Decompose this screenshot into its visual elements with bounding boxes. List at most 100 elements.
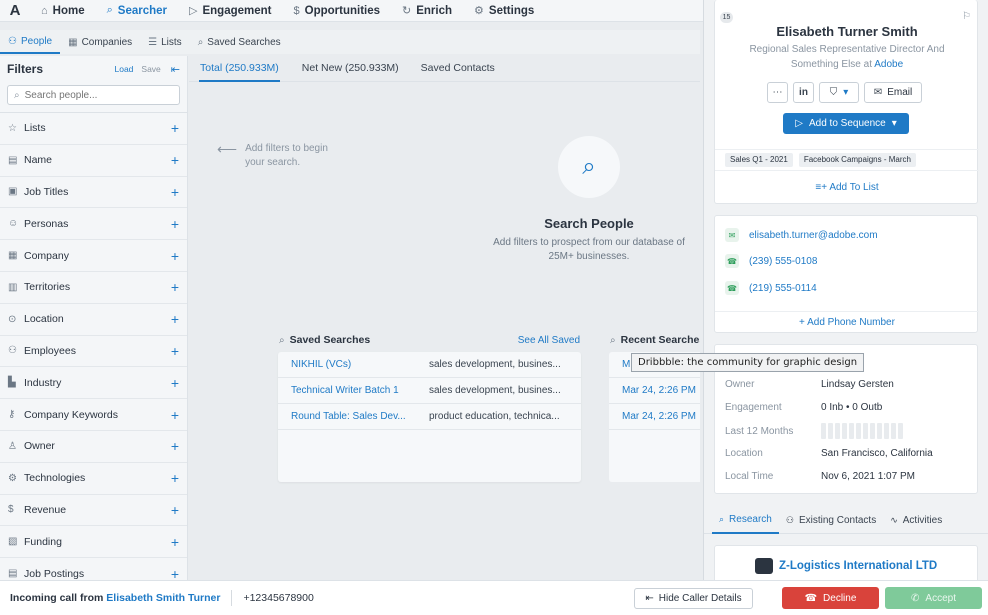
add-filter-icon[interactable]: + [171,375,179,391]
filter-industry[interactable]: ▙ Industry + [0,367,187,400]
contact-phone[interactable]: (219) 555-0114 [749,283,817,294]
recent-search-row[interactable]: Mar 24, 2:26 PM [609,378,700,404]
filter-owner[interactable]: ♙ Owner + [0,431,187,463]
filter-label: Territories [24,281,71,294]
flag-icon[interactable]: ⚐ [962,11,971,22]
phone-icon: ☎ [725,281,739,295]
filter-revenue[interactable]: $ Revenue + [0,495,187,527]
detail-row-owner: Owner Lindsay Gersten [725,379,894,390]
filter-company-keywords[interactable]: ⚷ Company Keywords + [0,399,187,431]
save-filters-link[interactable]: Save [141,64,160,74]
score-badge: 15 [720,12,733,23]
list-tag[interactable]: Facebook Campaigns - March [798,153,916,167]
nav-enrich[interactable]: ↻ Enrich [391,0,463,22]
filter-location[interactable]: ⊙ Location + [0,304,187,336]
app-logo[interactable]: A [0,2,30,19]
add-filter-icon[interactable]: + [171,502,179,518]
filter-lists[interactable]: ☆ Lists + [0,113,187,145]
hide-caller-details-button[interactable]: ⇤ Hide Caller Details [634,588,753,609]
tab-activities[interactable]: ∿ Activities [883,508,949,534]
contact-phone[interactable]: (239) 555-0108 [749,256,817,267]
map-icon: ▥ [8,281,18,293]
detail-value: Lindsay Gersten [821,379,894,390]
add-to-sequence-button[interactable]: ▷ Add to Sequence ▾ [783,113,909,134]
filter-personas[interactable]: ☺ Personas + [0,208,187,241]
add-filter-icon[interactable]: + [171,311,179,327]
load-filters-link[interactable]: Load [114,64,133,74]
saved-search-name[interactable]: Technical Writer Batch 1 [291,385,429,396]
filter-company[interactable]: ▦ Company + [0,240,187,272]
nav-home[interactable]: ⌂ Home [30,0,96,22]
add-filter-icon[interactable]: + [171,566,179,580]
people-search-box[interactable]: ⌕ [7,85,180,105]
add-filter-icon[interactable]: + [171,534,179,550]
sub-navigation: ⚇ People ▦ Companies ☰ Lists ⌕ Saved Searche… [0,30,700,54]
filter-name[interactable]: ▤ Name + [0,145,187,177]
email-row[interactable]: ✉ elisabeth.turner@adobe.com [725,228,878,242]
tab-saved-contacts[interactable]: Saved Contacts [410,56,506,82]
add-filter-icon[interactable]: + [171,184,179,200]
shield-dropdown-button[interactable]: ⛉ ▾ [819,82,859,103]
filter-technologies[interactable]: ⚙ Technologies + [0,463,187,495]
filter-job-titles[interactable]: ▣ Job Titles + [0,177,187,209]
company-name[interactable]: Z-Logistics International LTD [779,560,937,572]
subnav-companies[interactable]: ▦ Companies [60,30,140,54]
add-filter-icon[interactable]: + [171,407,179,423]
saved-search-name[interactable]: NIKHIL (VCs) [291,359,429,370]
tab-existing-contacts-label: Existing Contacts [798,515,877,526]
filter-employees[interactable]: ⚇ Employees + [0,336,187,368]
add-filter-icon[interactable]: + [171,248,179,264]
nav-searcher[interactable]: ⌕ Searcher [96,0,178,22]
tab-research[interactable]: ⌕ Research [712,508,779,534]
nav-engagement[interactable]: ▷ Engagement [178,0,282,22]
company-link[interactable]: Adobe [874,59,903,70]
nav-settings[interactable]: ⚙ Settings [463,0,545,22]
add-filter-icon[interactable]: + [171,152,179,168]
saved-search-row[interactable]: NIKHIL (VCs) sales development, busines..… [278,352,581,378]
saved-search-row[interactable]: Round Table: Sales Dev... product educati… [278,404,581,430]
contact-email[interactable]: elisabeth.turner@adobe.com [749,230,878,241]
filter-label: Funding [24,535,62,548]
add-filter-icon[interactable]: + [171,438,179,454]
hint-text: Add filters to begin your search. [245,143,328,168]
filter-funding[interactable]: ▧ Funding + [0,526,187,559]
tab-net-new[interactable]: Net New (250.933M) [291,56,410,82]
caller-name[interactable]: Elisabeth Smith Turner [106,592,220,604]
add-filter-icon[interactable]: + [171,279,179,295]
filter-territories[interactable]: ▥ Territories + [0,272,187,304]
add-to-list-link[interactable]: ≡+ Add To List [715,182,979,193]
recent-search-row[interactable]: Mar 24, 2:26 PM [609,404,700,430]
saved-search-row[interactable]: Technical Writer Batch 1 sales developmen… [278,378,581,404]
subnav-people[interactable]: ⚇ People [0,30,61,54]
nav-opportunities[interactable]: $ Opportunities [283,0,392,22]
add-phone-number-link[interactable]: + Add Phone Number [715,311,979,333]
more-button[interactable]: ⋯ [767,82,788,103]
add-filter-icon[interactable]: + [171,120,179,136]
email-button[interactable]: ✉ Email [864,82,922,103]
people-search-input[interactable] [24,89,165,101]
see-all-saved-link[interactable]: See All Saved [518,335,580,346]
add-filter-icon[interactable]: + [171,216,179,232]
key-icon: ⚷ [8,409,16,421]
linkedin-button[interactable]: in [793,82,814,103]
saved-search-name[interactable]: Round Table: Sales Dev... [291,411,429,422]
company-row[interactable]: Z-Logistics International LTD [755,558,937,574]
filter-job-postings[interactable]: ▤ Job Postings + [0,558,187,580]
decline-button[interactable]: ☎ Decline [782,587,879,609]
detail-row-engagement: Engagement 0 Inb • 0 Outb [725,402,882,413]
add-filter-icon[interactable]: + [171,470,179,486]
add-filter-icon[interactable]: + [171,343,179,359]
list-tag[interactable]: Sales Q1 - 2021 [725,153,793,167]
accept-button[interactable]: ✆ Accept [885,587,982,609]
phone-row[interactable]: ☎ (219) 555-0114 [725,281,817,295]
subnav-saved-searches[interactable]: ⌕ Saved Searches [190,30,289,54]
chevron-down-icon: ▾ [843,87,849,98]
tab-existing-contacts[interactable]: ⚇ Existing Contacts [779,508,883,534]
tab-total[interactable]: Total (250.933M) [199,56,280,82]
subnav-lists[interactable]: ☰ Lists [140,30,190,54]
collapse-filters-icon[interactable]: ⇤ [171,63,180,76]
phone-row[interactable]: ☎ (239) 555-0108 [725,254,817,268]
filter-label: Technologies [24,472,86,485]
tab-activities-label: Activities [902,515,943,526]
caller-number: +12345678900 [243,592,314,604]
